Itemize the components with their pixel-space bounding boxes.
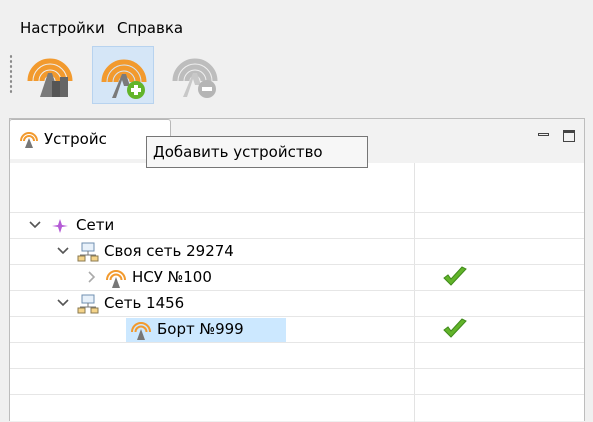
radar-device-icon xyxy=(20,132,38,148)
tree-node-label: Сеть 1456 xyxy=(104,294,185,312)
tab-label: Устройс xyxy=(44,130,107,148)
toolbar-grip-icon[interactable] xyxy=(9,54,13,94)
radar-add-icon xyxy=(101,59,147,99)
table-header-row xyxy=(10,163,584,213)
empty-row xyxy=(10,343,584,369)
chevron-down-icon[interactable] xyxy=(56,244,70,258)
minimize-icon[interactable] xyxy=(536,127,552,143)
toolbar xyxy=(0,44,593,106)
network-icon xyxy=(77,242,99,262)
remove-device-button[interactable] xyxy=(164,46,226,104)
radar-remove-icon xyxy=(172,58,218,98)
chevron-down-icon[interactable] xyxy=(28,218,42,232)
menu-bar: Настройки Справка xyxy=(0,0,593,44)
tree-node-label: Своя сеть 29274 xyxy=(104,242,234,260)
networks-star-icon xyxy=(52,219,68,233)
tree-row-network-1456[interactable]: Сеть 1456 xyxy=(10,291,584,317)
radar-servers-icon xyxy=(27,58,73,97)
network-icon xyxy=(77,294,99,314)
tree-row-nsu[interactable]: НСУ №100 xyxy=(10,265,584,291)
devices-button[interactable] xyxy=(19,46,81,104)
menu-settings[interactable]: Настройки xyxy=(20,19,105,37)
chevron-down-icon[interactable] xyxy=(56,296,70,310)
chevron-right-icon[interactable] xyxy=(84,270,98,284)
tree-row-networks[interactable]: Сети xyxy=(10,213,584,239)
tooltip-add-device: Добавить устройство xyxy=(146,136,368,168)
add-device-button[interactable] xyxy=(92,46,154,104)
empty-row xyxy=(10,369,584,395)
device-tree-table: Сети Своя сеть 29274 НСУ №100 Сеть 1456 … xyxy=(10,163,584,422)
radar-device-icon xyxy=(131,322,151,340)
status-ok-check-icon xyxy=(443,266,467,286)
menu-help[interactable]: Справка xyxy=(117,19,183,37)
tree-node-label: Сети xyxy=(76,216,115,234)
radar-device-icon xyxy=(106,270,126,288)
maximize-icon[interactable] xyxy=(561,127,577,143)
tree-node-label: Борт №999 xyxy=(157,320,244,338)
tree-row-own-network[interactable]: Своя сеть 29274 xyxy=(10,239,584,265)
status-ok-check-icon xyxy=(443,318,467,338)
tree-node-label: НСУ №100 xyxy=(132,268,212,286)
tree-row-bort[interactable]: Борт №999 xyxy=(10,317,584,343)
